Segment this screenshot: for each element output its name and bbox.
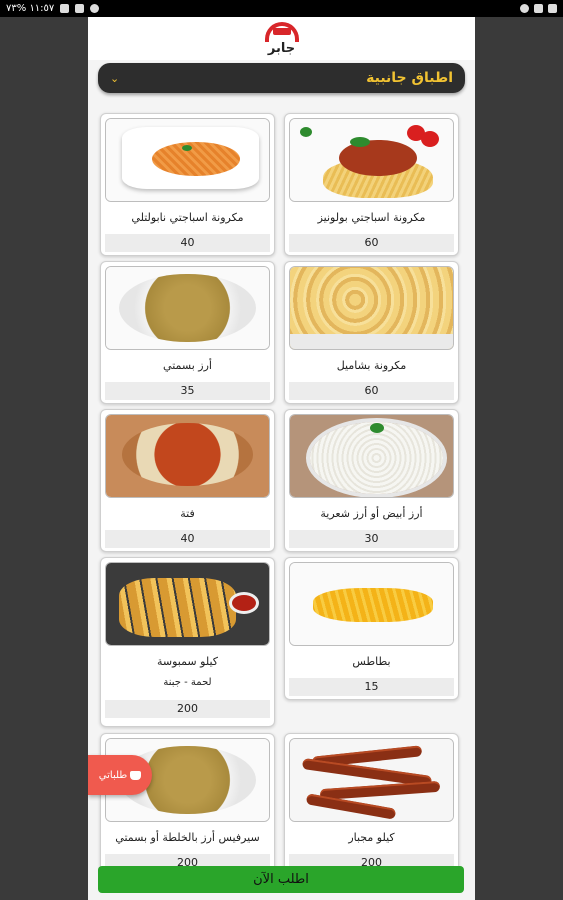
cart-icon bbox=[130, 770, 142, 780]
item-name: سيرفيس أرز بالخلطة أو بسمتي bbox=[115, 831, 260, 844]
item-price: 40 bbox=[105, 530, 270, 548]
menu-item-card[interactable]: كيلو مجبار 200 bbox=[284, 733, 459, 876]
app-screen: جابر اطباق جانبية ⌄ مكرونة اسباجتي بولون… bbox=[88, 17, 475, 900]
my-orders-button[interactable]: طلباتي bbox=[88, 755, 152, 795]
chevron-down-icon: ⌄ bbox=[110, 71, 120, 85]
menu-item-card[interactable]: بطاطس 15 bbox=[284, 557, 459, 700]
status-time: ١١:٥٧ %٧٣ bbox=[6, 3, 55, 14]
food-image bbox=[289, 414, 454, 498]
food-image bbox=[105, 562, 270, 646]
item-name: كيلو مجبار bbox=[348, 831, 395, 844]
food-image bbox=[105, 266, 270, 350]
logo-mark-icon bbox=[263, 22, 301, 42]
image-icon bbox=[75, 4, 85, 13]
menu-item-card[interactable]: مكرونة اسباجتي نابولتلي 40 bbox=[100, 113, 275, 256]
item-price: 35 bbox=[105, 382, 270, 400]
photo-icon bbox=[534, 4, 543, 13]
menu-item-card[interactable]: مكرونة اسباجتي بولونيز 60 bbox=[284, 113, 459, 256]
status-bar: ١١:٥٧ %٧٣ bbox=[0, 0, 563, 17]
item-price: 15 bbox=[289, 678, 454, 696]
whatsapp-icon bbox=[520, 4, 529, 13]
item-price: 40 bbox=[105, 234, 270, 252]
logo-text: جابر bbox=[267, 41, 296, 56]
food-image bbox=[289, 118, 454, 202]
item-name: بطاطس bbox=[352, 655, 391, 668]
my-orders-label: طلباتي bbox=[98, 769, 128, 781]
brand-logo: جابر bbox=[263, 22, 301, 55]
item-price: 200 bbox=[105, 700, 270, 718]
battery-icon bbox=[60, 4, 70, 13]
food-image bbox=[289, 266, 454, 350]
food-image bbox=[289, 562, 454, 646]
food-image bbox=[105, 118, 270, 202]
item-name: أرز أبيض أو أرز شعرية bbox=[320, 507, 423, 520]
category-label: اطباق جانبية bbox=[366, 70, 453, 86]
menu-item-card[interactable]: كيلو سمبوسة لحمة - جبنة 200 bbox=[100, 557, 275, 727]
menu-item-card[interactable]: أرز بسمتي 35 bbox=[100, 261, 275, 404]
food-image bbox=[105, 414, 270, 498]
top-bar: جابر bbox=[88, 17, 475, 60]
order-now-button[interactable]: اطلب الآن bbox=[98, 866, 464, 893]
item-name: مكرونة اسباجتي بولونيز bbox=[317, 211, 426, 224]
item-name: مكرونة بشاميل bbox=[336, 359, 407, 372]
food-image bbox=[289, 738, 454, 822]
signal-icon bbox=[90, 4, 100, 13]
facebook-icon bbox=[548, 4, 557, 13]
left-margin bbox=[0, 17, 88, 900]
item-subtitle: لحمة - جبنة bbox=[163, 677, 212, 688]
category-selector[interactable]: اطباق جانبية ⌄ bbox=[98, 63, 465, 93]
menu-item-card[interactable]: فتة 40 bbox=[100, 409, 275, 552]
right-margin bbox=[475, 17, 563, 900]
item-price: 30 bbox=[289, 530, 454, 548]
item-price: 60 bbox=[289, 382, 454, 400]
item-name: أرز بسمتي bbox=[163, 359, 212, 372]
item-price: 60 bbox=[289, 234, 454, 252]
item-name: كيلو سمبوسة bbox=[156, 655, 219, 668]
menu-item-card[interactable]: أرز أبيض أو أرز شعرية 30 bbox=[284, 409, 459, 552]
menu-item-card[interactable]: مكرونة بشاميل 60 bbox=[284, 261, 459, 404]
item-name: مكرونة اسباجتي نابولتلي bbox=[131, 211, 244, 224]
item-name: فتة bbox=[180, 507, 195, 520]
